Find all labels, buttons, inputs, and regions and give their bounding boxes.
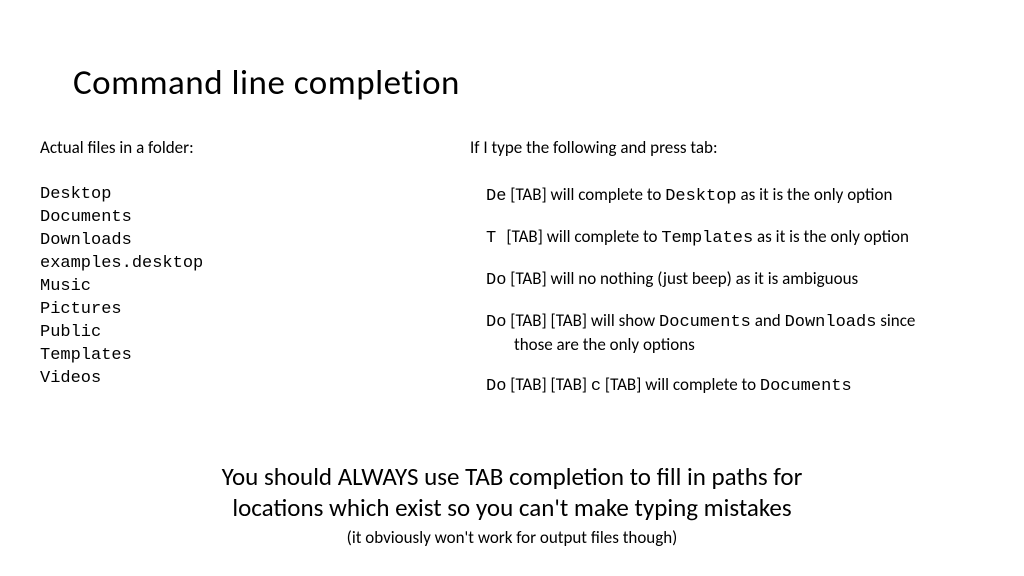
file-item: Videos — [40, 368, 440, 391]
body-text: [TAB] will complete to — [506, 184, 665, 205]
left-heading: Actual files in a folder: — [40, 137, 440, 158]
body-text: those are the only options — [514, 334, 695, 355]
body-text: as it is the only option — [737, 184, 893, 205]
mono-text: Templates — [661, 229, 753, 248]
body-text: and — [751, 310, 785, 331]
body-text: [TAB] [TAB] — [506, 374, 590, 395]
example-item: De [TAB] will complete to Desktop as it … — [470, 184, 1000, 208]
mono-text: Do — [486, 377, 506, 396]
example-continuation: those are the only options — [486, 334, 1000, 356]
footer-line-1: You should ALWAYS use TAB completion to … — [0, 461, 1024, 492]
mono-text: Desktop — [665, 187, 736, 206]
mono-text: Documents — [659, 313, 751, 332]
body-text: [TAB] will complete to — [506, 226, 661, 247]
file-item: Desktop — [40, 184, 440, 207]
file-item: Pictures — [40, 299, 440, 322]
mono-text: Documents — [760, 377, 852, 396]
mono-text: De — [486, 187, 506, 206]
mono-text: Do — [486, 271, 506, 290]
file-item: examples.desktop — [40, 253, 440, 276]
footer-sub: (it obviously won't work for output file… — [0, 527, 1024, 548]
example-item: Do [TAB] [TAB] c [TAB] will complete to … — [470, 374, 1000, 398]
examples-list: De [TAB] will complete to Desktop as it … — [470, 184, 1000, 399]
footer-line-2: locations which exist so you can't make … — [0, 492, 1024, 523]
example-item: Do [TAB] [TAB] will show Documents and D… — [470, 310, 1000, 356]
file-item: Public — [40, 322, 440, 345]
body-text: [TAB] will no nothing (just beep) as it … — [506, 268, 858, 289]
right-column: If I type the following and press tab: D… — [470, 137, 1000, 417]
right-heading: If I type the following and press tab: — [470, 137, 1000, 158]
body-text: as it is the only option — [753, 226, 909, 247]
file-item: Music — [40, 276, 440, 299]
left-column: Actual files in a folder: DesktopDocumen… — [40, 137, 440, 390]
example-item: T [TAB] will complete to Templates as it… — [470, 226, 1000, 250]
mono-text: Downloads — [785, 313, 877, 332]
example-item: Do [TAB] will no nothing (just beep) as … — [470, 268, 1000, 292]
footer: You should ALWAYS use TAB completion to … — [0, 461, 1024, 549]
file-item: Downloads — [40, 230, 440, 253]
mono-text: Do — [486, 313, 506, 332]
file-item: Templates — [40, 345, 440, 368]
body-text: [TAB] [TAB] will show — [506, 310, 659, 331]
file-list: DesktopDocumentsDownloadsexamples.deskto… — [40, 184, 440, 390]
mono-text: c — [591, 377, 601, 396]
mono-text: T — [486, 229, 506, 248]
file-item: Documents — [40, 207, 440, 230]
body-text: since — [876, 310, 915, 331]
slide-title: Command line completion — [73, 62, 460, 104]
body-text: [TAB] will complete to — [601, 374, 760, 395]
